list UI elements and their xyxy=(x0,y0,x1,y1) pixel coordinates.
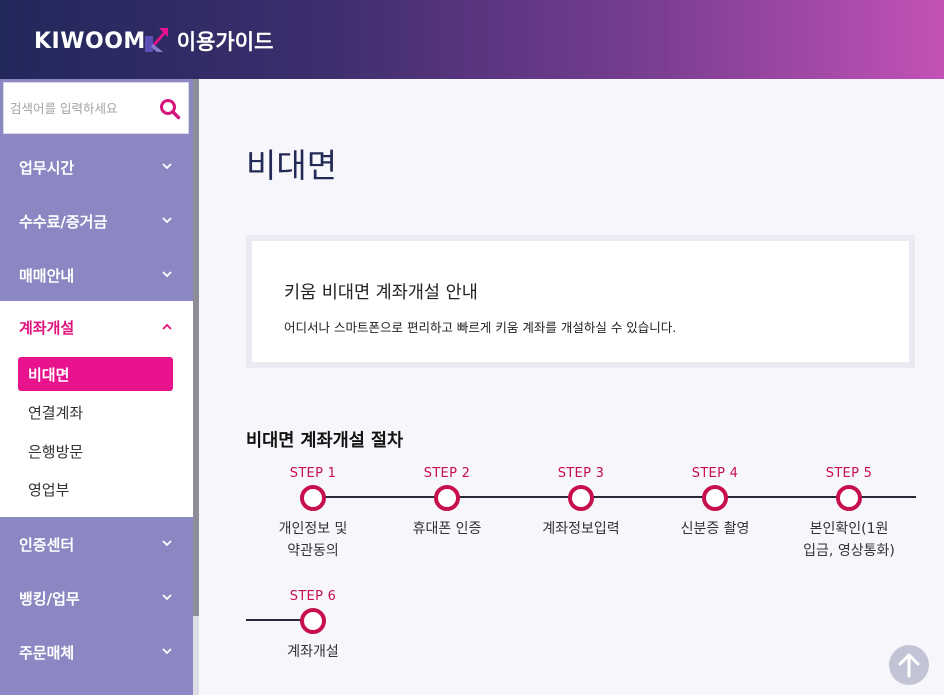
info-box: 키움 비대면 계좌개설 안내 어디서나 스마트폰으로 편리하고 빠르게 키움 계… xyxy=(246,235,915,368)
step-name-line: 신분증 촬영 xyxy=(680,521,750,537)
step-circle xyxy=(568,485,594,511)
info-title: 키움 비대면 계좌개설 안내 xyxy=(284,283,478,303)
step-name-line: 휴대폰 인증 xyxy=(412,521,482,537)
sub-item-bank-visit[interactable]: 은행방문 xyxy=(18,434,173,468)
step-label: STEP 4 xyxy=(691,466,739,481)
step-label: STEP 1 xyxy=(289,466,337,481)
sub-item-linked-account[interactable]: 연결계좌 xyxy=(18,395,173,429)
step-name: 계좌정보입력 xyxy=(511,518,651,540)
step-circle xyxy=(300,608,326,634)
page-title: 비대면 xyxy=(246,146,338,185)
chevron-down-icon xyxy=(162,540,172,547)
step-name-line: 입금, 영상통화) xyxy=(803,543,895,559)
nav-item-label: 인증센터 xyxy=(19,535,75,554)
chevron-down-icon xyxy=(162,594,172,601)
step-label: STEP 2 xyxy=(423,466,471,481)
step-circle xyxy=(836,485,862,511)
guide-title: 이용가이드 xyxy=(176,30,274,54)
info-description: 어디서나 스마트폰으로 편리하고 빠르게 키움 계좌를 개설하실 수 있습니다. xyxy=(284,320,677,335)
sub-item-label: 영업부 xyxy=(28,480,70,499)
step-label: STEP 3 xyxy=(557,466,605,481)
sidebar: 업무시간 수수료/증거금 매매안내 계좌개설 비대면 연결계좌 은행방문 영업부… xyxy=(0,79,193,695)
nav-item-business-hours[interactable]: 업무시간 xyxy=(0,140,193,194)
nav-item-label: 뱅킹/업무 xyxy=(19,589,80,608)
chevron-down-icon xyxy=(162,163,172,170)
arrow-up-icon xyxy=(898,653,920,678)
step-name-line: 개인정보 및 xyxy=(278,521,348,537)
nav-item-account-opening[interactable]: 계좌개설 xyxy=(19,317,74,338)
step-name: 계좌개설 xyxy=(243,641,383,663)
logo-k-icon xyxy=(144,28,168,52)
sub-item-non-face-to-face[interactable]: 비대면 xyxy=(18,357,173,391)
nav-item-trading-guide[interactable]: 매매안내 xyxy=(0,248,193,302)
step-name: 휴대폰 인증 xyxy=(377,518,517,540)
step-name: 본인확인(1원 입금, 영상통화) xyxy=(779,518,919,562)
step-2: STEP 2 휴대폰 인증 xyxy=(377,466,517,540)
search-icon[interactable] xyxy=(159,98,181,120)
step-circle xyxy=(434,485,460,511)
chevron-up-icon[interactable] xyxy=(161,322,173,332)
kiwoom-logo[interactable]: KIWOOM 이용가이드 xyxy=(34,26,273,56)
step-name-line: 계좌정보입력 xyxy=(542,521,620,537)
search-box xyxy=(3,82,189,134)
sub-item-sales-dept[interactable]: 영업부 xyxy=(18,472,173,506)
nav-item-label: 주문매체 xyxy=(19,643,75,662)
step-label: STEP 5 xyxy=(825,466,873,481)
step-6: STEP 6 계좌개설 xyxy=(243,589,383,663)
step-name: 신분증 촬영 xyxy=(645,518,785,540)
chevron-down-icon xyxy=(162,648,172,655)
nav-item-label: 수수료/증거금 xyxy=(19,212,108,231)
step-name-line: 계좌개설 xyxy=(287,644,339,660)
main-content: 비대면 키움 비대면 계좌개설 안내 어디서나 스마트폰으로 편리하고 빠르게 … xyxy=(199,79,944,695)
step-4: STEP 4 신분증 촬영 xyxy=(645,466,785,540)
nav-item-banking[interactable]: 뱅킹/업무 xyxy=(0,571,193,625)
nav-item-label: 매매안내 xyxy=(19,266,75,285)
step-5: STEP 5 본인확인(1원 입금, 영상통화) xyxy=(779,466,919,562)
step-circle xyxy=(300,485,326,511)
step-label: STEP 6 xyxy=(289,589,337,604)
step-name: 개인정보 및 약관동의 xyxy=(243,518,383,562)
nav-item-certification-center[interactable]: 인증센터 xyxy=(0,517,193,571)
sub-item-label: 연결계좌 xyxy=(28,403,84,422)
nav-item-order-media[interactable]: 주문매체 xyxy=(0,625,193,679)
sub-item-label: 비대면 xyxy=(28,365,70,384)
step-name-line: 본인확인(1원 xyxy=(809,521,889,537)
step-circle xyxy=(702,485,728,511)
header-bar: KIWOOM 이용가이드 xyxy=(0,0,944,79)
chevron-down-icon xyxy=(162,217,172,224)
logo-text: KIWOOM xyxy=(34,28,146,54)
procedure-title: 비대면 계좌개설 절차 xyxy=(246,431,404,451)
chevron-down-icon xyxy=(162,271,172,278)
step-1: STEP 1 개인정보 및 약관동의 xyxy=(243,466,383,562)
nav-section-account-opening: 계좌개설 비대면 연결계좌 은행방문 영업부 xyxy=(0,301,193,517)
nav-item-label: 업무시간 xyxy=(19,158,75,177)
sub-item-label: 은행방문 xyxy=(28,442,84,461)
nav-item-fees[interactable]: 수수료/증거금 xyxy=(0,194,193,248)
step-3: STEP 3 계좌정보입력 xyxy=(511,466,651,540)
search-input[interactable] xyxy=(10,97,150,119)
scroll-top-button[interactable] xyxy=(889,645,929,685)
step-name-line: 약관동의 xyxy=(287,543,339,559)
